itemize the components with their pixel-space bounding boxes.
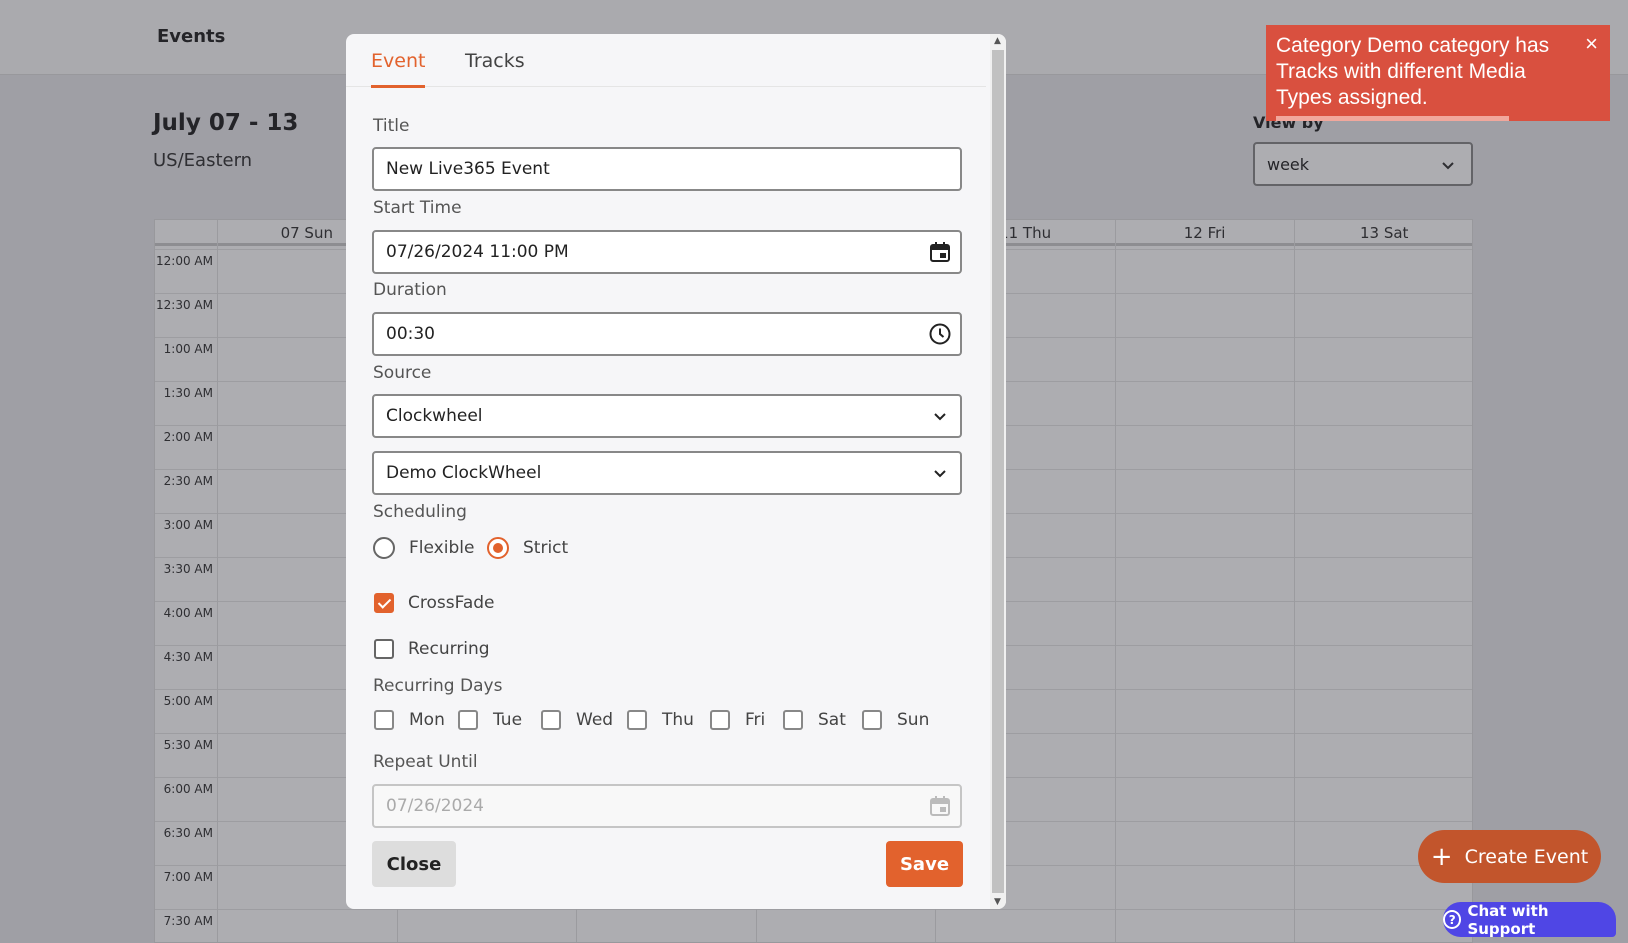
chat-support-button[interactable]: ? Chat with Support	[1443, 901, 1616, 938]
recurring-day-checkbox-mon[interactable]	[374, 710, 394, 730]
recurring-checkbox[interactable]	[374, 639, 394, 659]
recurring-day-checkbox-sat[interactable]	[783, 710, 803, 730]
recurring-day-label: Sat	[818, 710, 846, 730]
event-modal: Event Tracks Title New Live365 Event Sta…	[346, 34, 1006, 909]
title-label: Title	[373, 116, 410, 136]
duration-input[interactable]: 00:30	[372, 312, 962, 356]
recurring-label: Recurring	[408, 639, 490, 659]
duration-label: Duration	[373, 280, 447, 300]
title-input[interactable]: New Live365 Event	[372, 147, 962, 191]
recurring-day-label: Thu	[662, 710, 694, 730]
radio-flexible[interactable]	[373, 537, 395, 559]
repeat-until-placeholder: 07/26/2024	[386, 796, 484, 816]
calendar-icon	[930, 796, 950, 816]
save-button[interactable]: Save	[886, 841, 963, 887]
recurring-day-checkbox-fri[interactable]	[710, 710, 730, 730]
calendar-icon[interactable]	[928, 240, 952, 264]
recurring-day-checkbox-wed[interactable]	[541, 710, 561, 730]
scroll-up-icon[interactable]: ▲	[994, 36, 1001, 46]
scroll-down-icon[interactable]: ▼	[994, 897, 1001, 907]
clock-icon[interactable]	[928, 322, 952, 346]
chat-support-label: Chat with Support	[1467, 901, 1549, 938]
scrollbar-thumb[interactable]	[992, 50, 1004, 893]
recurring-day-checkbox-sun[interactable]	[862, 710, 882, 730]
chevron-down-icon	[934, 413, 946, 421]
source-select[interactable]: Clockwheel	[372, 394, 962, 438]
scheduling-label: Scheduling	[373, 502, 467, 522]
crossfade-checkbox[interactable]	[374, 593, 394, 613]
duration-value: 00:30	[386, 324, 435, 344]
modal-scrollbar[interactable]: ▲ ▼	[990, 34, 1006, 909]
error-toast: Category Demo category has Tracks with d…	[1266, 25, 1610, 121]
repeat-until-label: Repeat Until	[373, 752, 478, 772]
radio-strict[interactable]	[487, 537, 509, 559]
toast-message: Category Demo category has Tracks with d…	[1276, 34, 1550, 109]
toast-progress-bar	[1276, 116, 1510, 121]
repeat-until-input[interactable]: 07/26/2024	[372, 784, 962, 828]
recurring-day-label: Tue	[493, 710, 523, 730]
flexible-label: Flexible	[409, 538, 475, 558]
recurring-day-label: Wed	[576, 710, 614, 730]
recurring-day-label: Mon	[409, 710, 445, 730]
tab-tracks[interactable]: Tracks	[465, 50, 525, 85]
clockwheel-value: Demo ClockWheel	[386, 463, 542, 483]
source-label: Source	[373, 363, 432, 383]
start-time-label: Start Time	[373, 198, 462, 218]
start-time-value: 07/26/2024 11:00 PM	[386, 242, 569, 262]
recurring-day-checkbox-tue[interactable]	[458, 710, 478, 730]
plus-icon: +	[1430, 841, 1453, 872]
crossfade-label: CrossFade	[408, 593, 495, 613]
create-event-button[interactable]: + Create Event	[1418, 830, 1601, 883]
strict-label: Strict	[523, 538, 569, 558]
recurring-day-checkbox-thu[interactable]	[627, 710, 647, 730]
start-time-input[interactable]: 07/26/2024 11:00 PM	[372, 230, 962, 274]
create-event-label: Create Event	[1464, 845, 1589, 868]
source-value: Clockwheel	[386, 406, 483, 426]
title-value: New Live365 Event	[386, 159, 550, 179]
recurring-day-label: Sun	[897, 710, 930, 730]
recurring-day-label: Fri	[745, 710, 766, 730]
close-icon[interactable]: ×	[1585, 31, 1598, 57]
modal-tabs: Event Tracks	[346, 34, 986, 88]
help-icon: ?	[1443, 910, 1462, 929]
chevron-down-icon	[934, 470, 946, 478]
close-button[interactable]: Close	[372, 841, 456, 887]
clockwheel-select[interactable]: Demo ClockWheel	[372, 451, 962, 495]
tab-event[interactable]: Event	[371, 50, 426, 88]
recurring-days-label: Recurring Days	[373, 676, 503, 696]
